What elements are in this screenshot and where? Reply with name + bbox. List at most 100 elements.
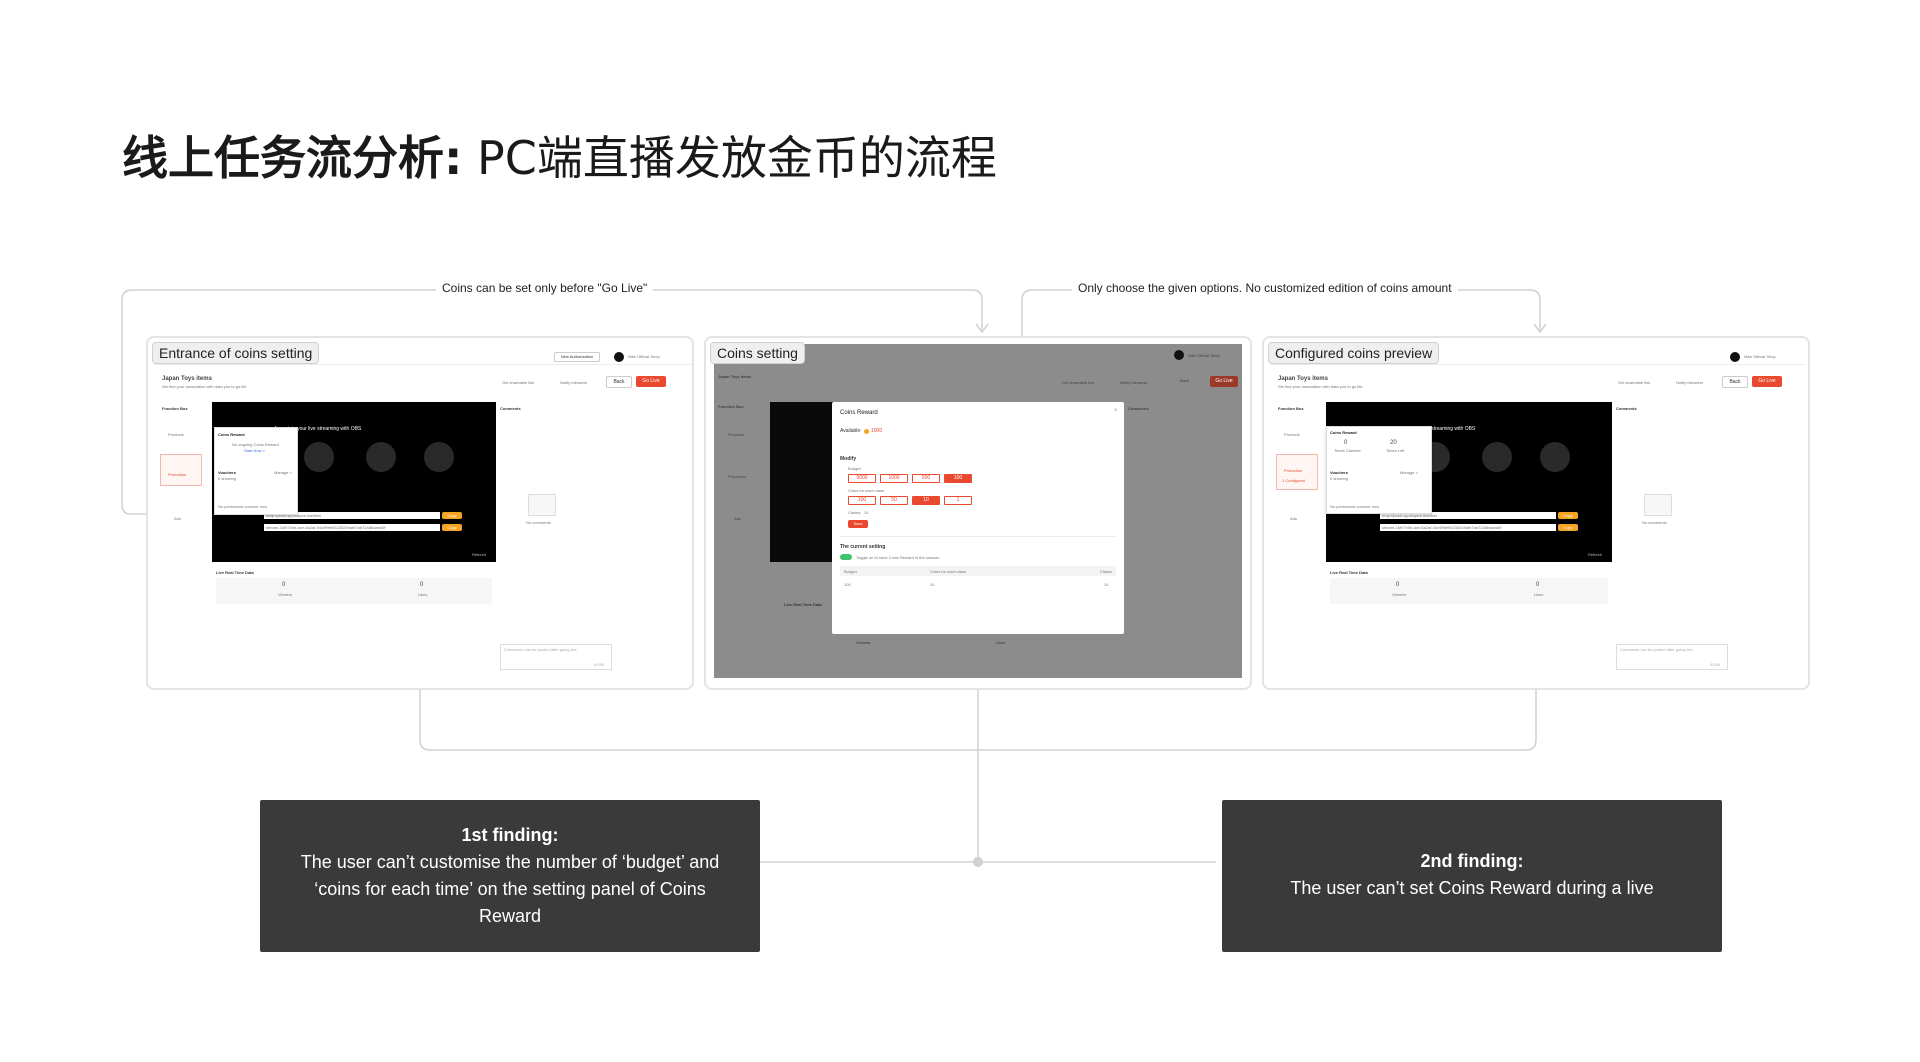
coins-each-label: Coins for each claim: [848, 488, 885, 493]
finding-card-1: 1st finding: The user can’t customise th…: [260, 800, 760, 952]
finding-heading: 2nd finding:: [1420, 851, 1524, 871]
finding-heading: 1st finding:: [461, 825, 559, 845]
products-item[interactable]: Products: [168, 432, 184, 437]
page-heading: Japan Toys items: [162, 376, 212, 382]
budget-option[interactable]: 1000: [880, 474, 908, 483]
table-cell: 10: [930, 582, 935, 587]
shop-name[interactable]: Nike Official Shop: [1188, 353, 1220, 358]
budget-option[interactable]: 500: [912, 474, 940, 483]
function-box-label: Function Box: [162, 406, 188, 411]
coins-option[interactable]: 1: [944, 496, 972, 505]
panel-tag-coins-setting: Coins setting: [710, 342, 805, 364]
coins-reward-modal: [832, 402, 1124, 634]
annotation-given-options: Only choose the given options. No custom…: [1072, 281, 1458, 295]
reward-toggle[interactable]: [840, 554, 852, 560]
table-cell: 100: [844, 582, 851, 587]
annotation-before-go-live: Coins can be set only before "Go Live": [436, 281, 654, 295]
ads-item[interactable]: Ads: [1290, 516, 1297, 521]
coins-option-selected[interactable]: 10: [912, 496, 940, 505]
shop-avatar[interactable]: [1730, 352, 1740, 362]
manage-link[interactable]: Manage >: [1400, 470, 1418, 475]
step-illustration: [424, 442, 454, 472]
start-now-link[interactable]: Start Now >: [244, 448, 265, 453]
notify-followers-checkbox[interactable]: Notify followers: [1120, 380, 1147, 385]
setting-table-header: [840, 566, 1116, 576]
modal-divider: [840, 536, 1116, 537]
copy-key-button[interactable]: Copy: [1558, 524, 1578, 531]
table-cell: 10: [1104, 582, 1109, 587]
modal-title: Coins Reward: [840, 410, 878, 416]
coins-option[interactable]: 100: [848, 496, 876, 505]
real-time-stats: [216, 578, 492, 604]
shareable-link[interactable]: Get shareable link: [1062, 380, 1094, 385]
go-live-button[interactable]: Go Live: [1752, 376, 1782, 387]
promotion-item[interactable]: [160, 454, 202, 486]
times-left-value: 20: [1390, 440, 1397, 446]
screenshot-configured-preview: Nike Official Shop Japan Toys items We f…: [1270, 344, 1806, 678]
real-time-label: Live Real Time Data: [1330, 570, 1368, 575]
back-button[interactable]: Back: [1180, 378, 1189, 383]
no-permanent-text: No permanent voucher now: [218, 504, 268, 509]
available-value: 1000: [871, 428, 883, 434]
finding-body: The user can’t customise the number of ‘…: [300, 852, 720, 926]
ads-item[interactable]: Ads: [174, 516, 181, 521]
new-authorization-button[interactable]: New Authorization: [554, 352, 600, 362]
save-button[interactable]: Save: [848, 520, 868, 528]
products-item[interactable]: Products: [728, 432, 744, 437]
back-button[interactable]: Back: [1722, 376, 1748, 388]
panel-tag-entrance: Entrance of coins setting: [152, 342, 320, 364]
promotion-item[interactable]: Promotion: [728, 474, 746, 479]
coins-reward-label: Coins Reward: [218, 432, 245, 437]
page-subtitle: We find your association with data you t…: [1278, 384, 1363, 389]
shop-name[interactable]: Nike Official Shop: [628, 354, 660, 359]
likes-value: 0: [1536, 582, 1540, 588]
real-time-stats: [1330, 578, 1608, 604]
comments-label: Comments: [1616, 406, 1637, 411]
current-setting-label: The current setting: [840, 544, 886, 550]
no-comments-icon: [528, 494, 556, 516]
step-illustration: [1482, 442, 1512, 472]
shop-avatar[interactable]: [1174, 350, 1184, 360]
shop-avatar[interactable]: [614, 352, 624, 362]
close-icon[interactable]: ×: [1114, 408, 1118, 414]
coins-reward-label: Coins Reward: [1330, 430, 1357, 435]
budget-option-selected[interactable]: 100: [944, 474, 972, 483]
copy-key-button[interactable]: Copy: [442, 524, 462, 531]
function-box-label: Function Box: [1278, 406, 1304, 411]
likes-value: 0: [420, 582, 424, 588]
no-permanent-text: No permanent voucher now: [1330, 504, 1380, 509]
no-comments-icon: [1644, 494, 1672, 516]
times-claimed-value: 0: [1344, 440, 1348, 446]
screenshot-entrance: New Authorization Nike Official Shop Jap…: [154, 344, 692, 678]
claims-value: 10: [864, 510, 869, 515]
budget-option[interactable]: 5000: [848, 474, 876, 483]
copy-url-button[interactable]: Copy: [1558, 512, 1578, 519]
products-item[interactable]: Products: [1284, 432, 1300, 437]
refresh-link[interactable]: Refresh: [472, 552, 486, 557]
comments-label: Comments: [1128, 406, 1149, 411]
notify-followers-checkbox[interactable]: Notify followers: [1676, 380, 1703, 385]
step-illustration: [304, 442, 334, 472]
comments-label: Comments: [500, 406, 521, 411]
viewers-value: 0: [282, 582, 286, 588]
budget-label: Budget: [848, 466, 861, 471]
step-illustration: [366, 442, 396, 472]
page-heading: Japan Toys items: [1278, 376, 1328, 382]
claims-label: Claims:: [848, 510, 862, 515]
go-live-button[interactable]: Go Live: [636, 376, 666, 387]
refresh-link[interactable]: Refresh: [1588, 552, 1602, 557]
coins-option[interactable]: 50: [880, 496, 908, 505]
real-time-label: Live Real Time Data: [216, 570, 254, 575]
shop-name[interactable]: Nike Official Shop: [1744, 354, 1776, 359]
copy-url-button[interactable]: Copy: [442, 512, 462, 519]
page-heading: Japan Toys items: [718, 374, 752, 379]
notify-followers-checkbox[interactable]: Notify followers: [560, 380, 587, 385]
ads-item[interactable]: Ads: [734, 516, 741, 521]
go-live-button[interactable]: Go Live: [1210, 376, 1238, 387]
shareable-link[interactable]: Get shareable link: [502, 380, 534, 385]
shareable-link[interactable]: Get shareable link: [1618, 380, 1650, 385]
screenshot-coins-setting: Japan Toys items Get shareable link Noti…: [714, 344, 1242, 678]
back-button[interactable]: Back: [606, 376, 632, 388]
manage-link[interactable]: Manage >: [274, 470, 292, 475]
step-illustration: [1540, 442, 1570, 472]
